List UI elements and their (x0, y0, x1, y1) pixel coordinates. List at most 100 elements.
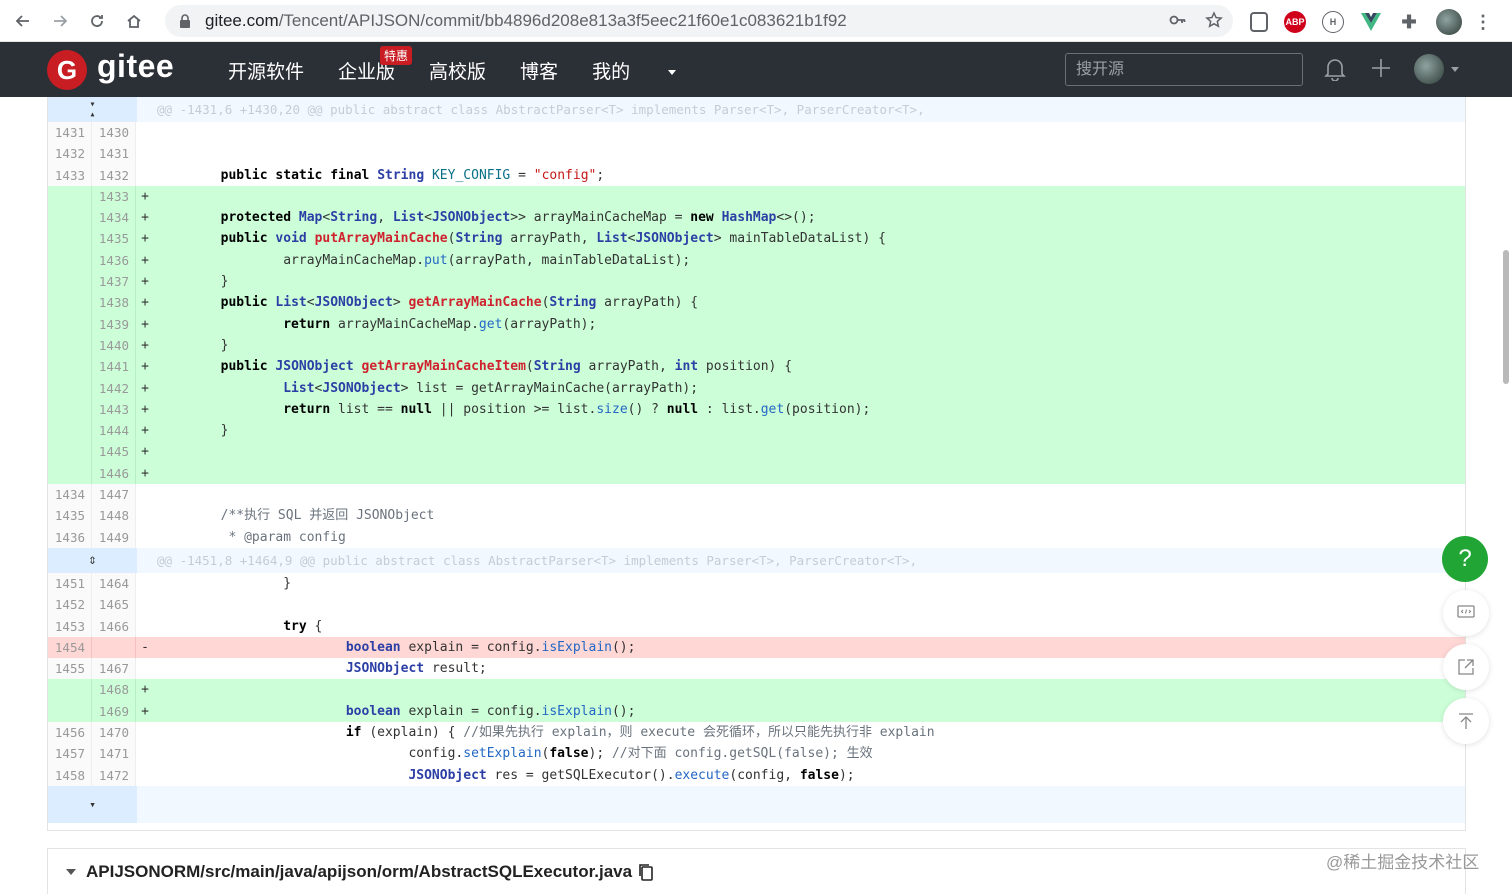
old-line-number[interactable]: 1456 (48, 722, 92, 744)
new-line-number[interactable]: 1442 (92, 377, 136, 399)
old-line-number[interactable] (48, 398, 92, 421)
copy-icon[interactable] (638, 863, 654, 881)
old-line-number[interactable] (48, 313, 92, 335)
new-line-number[interactable]: 1432 (92, 164, 136, 186)
old-line-number[interactable] (48, 292, 92, 314)
new-line-number[interactable]: 1467 (92, 658, 136, 680)
new-line-number[interactable]: 1447 (92, 484, 136, 506)
old-line-number[interactable]: 1458 (48, 764, 92, 786)
old-line-number[interactable] (48, 207, 92, 229)
old-line-number[interactable] (48, 271, 92, 293)
new-line-number[interactable]: 1469 (92, 700, 136, 723)
share-button[interactable] (1443, 644, 1489, 690)
old-line-number[interactable] (48, 420, 92, 442)
back-icon[interactable] (9, 7, 37, 35)
new-line-number[interactable]: 1464 (92, 572, 136, 595)
new-line-number[interactable]: 1465 (92, 594, 136, 616)
search-input[interactable]: 搜开源 (1065, 53, 1303, 86)
old-line-number[interactable] (48, 228, 92, 250)
reload-icon[interactable] (83, 7, 111, 35)
old-line-number[interactable] (48, 249, 92, 272)
old-line-number[interactable]: 1455 (48, 658, 92, 680)
nav-blog[interactable]: 博客 (520, 57, 558, 84)
new-line-number[interactable]: 1437 (92, 271, 136, 293)
old-line-number[interactable] (48, 356, 92, 378)
old-line-number[interactable]: 1453 (48, 615, 92, 637)
new-line-number[interactable] (92, 636, 136, 659)
old-line-number[interactable]: 1452 (48, 594, 92, 616)
code-embed-button[interactable] (1443, 590, 1489, 636)
new-line-number[interactable]: 1471 (92, 743, 136, 765)
expand-both-icon[interactable]: ⇕ (48, 547, 137, 573)
gitee-logo-icon[interactable]: G (47, 50, 87, 90)
old-line-number[interactable] (48, 377, 92, 399)
old-line-number[interactable] (48, 334, 92, 357)
avatar-chevron-icon[interactable] (1451, 67, 1459, 72)
nav-open-source[interactable]: 开源软件 (228, 57, 304, 84)
old-line-number[interactable]: 1457 (48, 743, 92, 765)
gitee-logo-text[interactable]: gitee (97, 48, 174, 85)
plus-icon[interactable] (1370, 57, 1392, 79)
home-icon[interactable] (120, 7, 148, 35)
forward-icon[interactable] (46, 7, 74, 35)
new-line-number[interactable]: 1439 (92, 313, 136, 335)
new-line-number[interactable]: 1470 (92, 722, 136, 744)
menu-dots-icon[interactable]: ⋮ (1474, 11, 1492, 33)
new-line-number[interactable]: 1466 (92, 615, 136, 637)
shield-icon[interactable] (1250, 12, 1268, 32)
new-line-number[interactable]: 1436 (92, 249, 136, 272)
old-line-number[interactable]: 1435 (48, 505, 92, 527)
old-line-number[interactable]: 1433 (48, 164, 92, 186)
new-line-number[interactable]: 1449 (92, 526, 136, 548)
code-text: boolean explain = config.isExplain(); (345, 639, 636, 655)
added-line: 1442 + List<JSONObject> list = getArrayMa… (48, 377, 1465, 399)
new-line-number[interactable]: 1435 (92, 228, 136, 250)
collapse-triangle-icon[interactable] (66, 868, 76, 875)
expand-icon[interactable]: ▾ ▴ (48, 97, 137, 122)
old-line-number[interactable] (48, 679, 92, 701)
nav-education[interactable]: 高校版 (429, 57, 486, 84)
expand-down-icon[interactable]: ▾ (48, 785, 137, 823)
address-bar[interactable]: gitee.com/Tencent/APIJSON/commit/bb4896d… (165, 5, 1233, 37)
new-line-number[interactable]: 1446 (92, 462, 136, 485)
new-line-number[interactable]: 1438 (92, 292, 136, 314)
back-to-top-button[interactable] (1443, 698, 1489, 744)
old-line-number[interactable] (48, 185, 92, 208)
new-line-number[interactable]: 1434 (92, 207, 136, 229)
old-line-number[interactable]: 1434 (48, 484, 92, 506)
new-line-number[interactable]: 1440 (92, 334, 136, 357)
new-line-number[interactable]: 1431 (92, 143, 136, 165)
new-line-number[interactable]: 1443 (92, 398, 136, 421)
file-path[interactable]: APIJSONORM/src/main/java/apijson/orm/Abs… (86, 862, 632, 882)
key-icon[interactable] (1169, 11, 1187, 29)
old-line-number[interactable] (48, 462, 92, 485)
help-button[interactable]: ? (1442, 536, 1488, 582)
bell-icon[interactable] (1324, 57, 1346, 81)
new-line-number[interactable]: 1430 (92, 122, 136, 144)
scrollbar[interactable] (1503, 250, 1509, 384)
vue-icon[interactable] (1360, 11, 1382, 33)
nav-mine[interactable]: 我的 (592, 57, 677, 84)
abp-icon[interactable]: ABP (1284, 11, 1306, 33)
new-line-number[interactable]: 1444 (92, 420, 136, 442)
old-line-number[interactable] (48, 700, 92, 723)
star-icon[interactable] (1205, 11, 1223, 29)
user-avatar[interactable] (1414, 54, 1444, 84)
profile-avatar[interactable] (1436, 9, 1462, 35)
old-line-number[interactable]: 1431 (48, 122, 92, 144)
context-line: 1453 1466 try { (48, 615, 1465, 637)
old-line-number[interactable]: 1432 (48, 143, 92, 165)
old-line-number[interactable] (48, 441, 92, 463)
new-line-number[interactable]: 1433 (92, 185, 136, 208)
new-line-number[interactable]: 1445 (92, 441, 136, 463)
new-line-number[interactable]: 1448 (92, 505, 136, 527)
diff-sign: + (141, 210, 149, 226)
h-icon[interactable]: H (1322, 11, 1344, 33)
new-line-number[interactable]: 1472 (92, 764, 136, 786)
old-line-number[interactable]: 1451 (48, 572, 92, 595)
new-line-number[interactable]: 1441 (92, 356, 136, 378)
old-line-number[interactable]: 1436 (48, 526, 92, 548)
old-line-number[interactable]: 1454 (48, 636, 92, 659)
new-line-number[interactable]: 1468 (92, 679, 136, 701)
puzzle-icon[interactable]: ✚ (1398, 11, 1420, 33)
